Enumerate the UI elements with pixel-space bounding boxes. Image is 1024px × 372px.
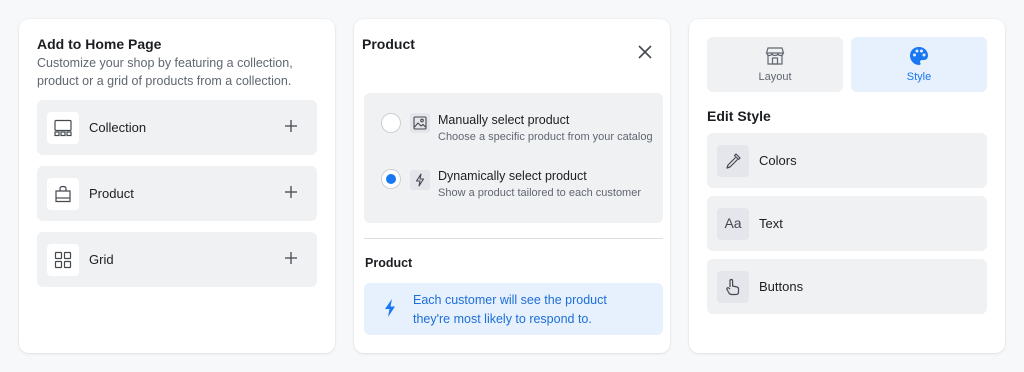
add-to-home-page-panel: Add to Home Page Customize your shop by … (19, 19, 335, 353)
product-settings-panel: Product Manually select product Choose a… (354, 19, 670, 353)
palette-icon (910, 47, 928, 65)
tab-label: Style (906, 71, 932, 83)
lightning-icon (384, 299, 396, 322)
text-aa-icon: Aa (717, 208, 749, 240)
option-label: Buttons (759, 279, 804, 294)
buttons-option[interactable]: Buttons (707, 259, 987, 314)
close-icon[interactable] (634, 41, 656, 63)
colors-option[interactable]: Colors (707, 133, 987, 188)
option-label: Product (89, 186, 134, 201)
collection-icon (47, 112, 79, 144)
pointer-hand-icon (717, 271, 749, 303)
choice-title: Dynamically select product (438, 169, 587, 183)
manual-select-radio[interactable] (381, 113, 401, 133)
option-label: Text (759, 216, 783, 231)
panel-title: Add to Home Page (37, 36, 162, 52)
choice-title: Manually select product (438, 113, 570, 127)
add-grid-plus-icon[interactable] (281, 248, 301, 268)
add-product-plus-icon[interactable] (281, 182, 301, 202)
grid-option[interactable]: Grid (37, 232, 317, 287)
choice-description: Choose a specific product from your cata… (438, 131, 653, 143)
storefront-icon (765, 47, 785, 65)
add-collection-plus-icon[interactable] (281, 116, 301, 136)
edit-style-panel: Layout Style Edit Style Colors Aa Text B… (689, 19, 1005, 353)
image-icon (410, 113, 430, 133)
grid-icon (47, 244, 79, 276)
product-option[interactable]: Product (37, 166, 317, 221)
option-label: Colors (759, 153, 797, 168)
panel-title: Product (362, 36, 415, 52)
option-label: Collection (89, 120, 147, 135)
tab-label: Layout (758, 71, 792, 83)
info-banner: Each customer will see the product they'… (364, 283, 663, 335)
tab-layout[interactable]: Layout (707, 37, 843, 92)
collection-option[interactable]: Collection (37, 100, 317, 155)
option-label: Grid (89, 252, 114, 267)
choice-description: Show a product tailored to each customer (438, 187, 642, 199)
eyedropper-icon (717, 145, 749, 177)
dynamic-select-radio[interactable] (381, 169, 401, 189)
section-title: Product (365, 256, 413, 270)
aa-glyph: Aa (724, 215, 742, 231)
panel-description: Customize your shop by featuring a colle… (37, 56, 293, 88)
shopping-bag-icon (47, 178, 79, 210)
product-selection-group: Manually select product Choose a specifi… (364, 93, 663, 223)
info-text: Each customer will see the product they'… (413, 293, 607, 326)
divider (364, 238, 663, 239)
edit-style-title: Edit Style (707, 108, 771, 124)
tab-style[interactable]: Style (851, 37, 987, 92)
lightning-icon (410, 170, 430, 190)
text-option[interactable]: Aa Text (707, 196, 987, 251)
